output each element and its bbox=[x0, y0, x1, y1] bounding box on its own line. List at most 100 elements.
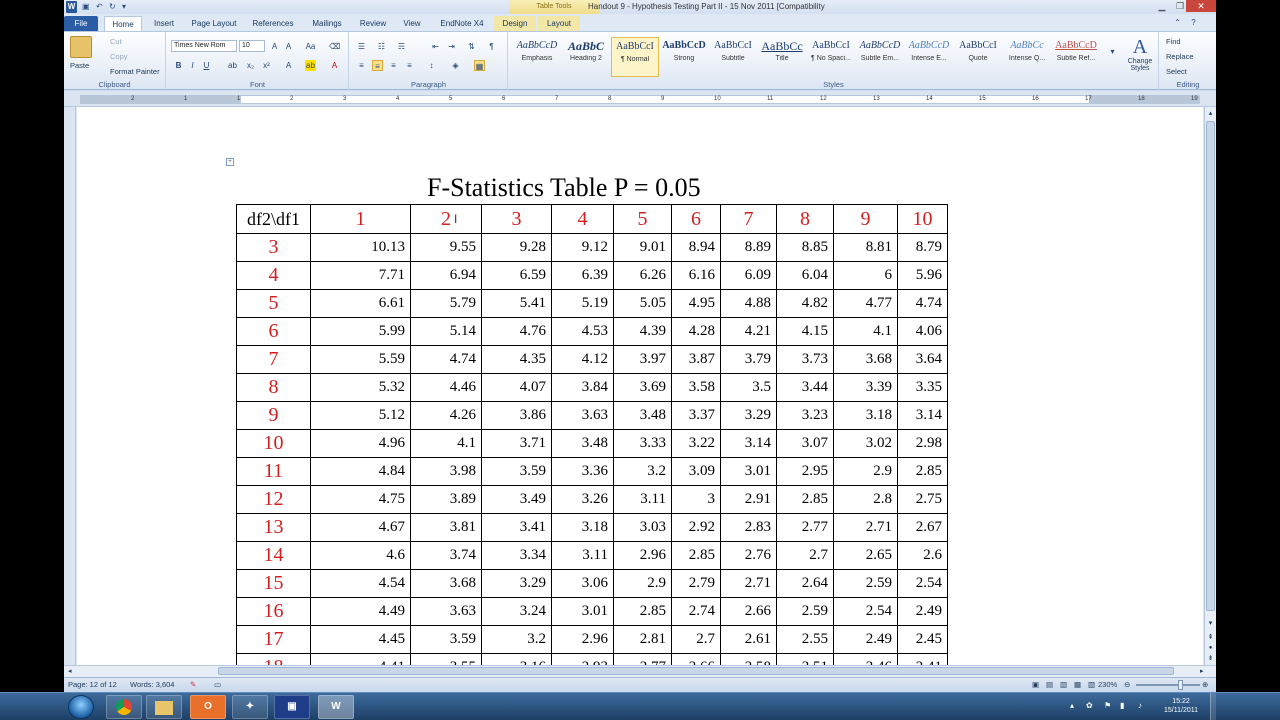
table-cell[interactable]: 2.95 bbox=[776, 457, 834, 486]
table-cell[interactable]: 7.71 bbox=[310, 261, 411, 290]
table-cell[interactable]: 3.89 bbox=[410, 485, 482, 514]
table-cell[interactable]: 4.95 bbox=[671, 289, 721, 318]
table-cell[interactable]: 5.12 bbox=[310, 401, 411, 430]
table-cell[interactable]: 9.12 bbox=[551, 233, 614, 262]
table-cell[interactable]: 2.46 bbox=[833, 653, 898, 665]
table-cell[interactable]: 3.37 bbox=[671, 401, 721, 430]
start-button[interactable] bbox=[68, 695, 94, 719]
table-cell[interactable]: 2.93 bbox=[551, 653, 614, 665]
table-cell[interactable]: 4.6 bbox=[310, 541, 411, 570]
zoom-out-icon[interactable]: ⊖ bbox=[1124, 678, 1130, 692]
table-cell[interactable]: 3.97 bbox=[613, 345, 672, 374]
tab-endnote[interactable]: EndNote X4 bbox=[432, 16, 492, 31]
table-cell[interactable]: 4.49 bbox=[310, 597, 411, 626]
table-cell[interactable]: 3.63 bbox=[551, 401, 614, 430]
hscroll-thumb[interactable] bbox=[218, 667, 1174, 675]
table-cell[interactable]: 2.85 bbox=[613, 597, 672, 626]
clear-formatting-icon[interactable]: ⌫ bbox=[329, 41, 340, 52]
paste-icon[interactable] bbox=[70, 36, 92, 58]
table-cell[interactable]: 3.29 bbox=[481, 569, 552, 598]
table-cell[interactable]: 8.94 bbox=[671, 233, 721, 262]
table-cell[interactable]: 2.59 bbox=[776, 597, 834, 626]
row-header-df2[interactable]: 8 bbox=[236, 373, 311, 402]
table-cell[interactable]: 4.74 bbox=[410, 345, 482, 374]
table-cell[interactable]: 3.69 bbox=[613, 373, 672, 402]
table-cell[interactable]: 2.76 bbox=[720, 541, 777, 570]
align-right-icon[interactable]: ≡ bbox=[388, 60, 399, 71]
table-cell[interactable]: 4.75 bbox=[310, 485, 411, 514]
table-cell[interactable]: 6.61 bbox=[310, 289, 411, 318]
table-cell[interactable]: 3.24 bbox=[481, 597, 552, 626]
column-header-df1[interactable]: 2 bbox=[410, 204, 482, 234]
gallery-scroll-icon[interactable]: ▾ bbox=[1107, 46, 1118, 57]
increase-indent-icon[interactable]: ⇥ bbox=[446, 41, 457, 52]
style-tile[interactable]: AaBbCcD Subtle Ref... bbox=[1052, 37, 1100, 77]
table-cell[interactable]: 3.59 bbox=[481, 457, 552, 486]
scroll-down-icon[interactable]: ▾ bbox=[1206, 619, 1215, 629]
table-cell[interactable]: 2.85 bbox=[671, 541, 721, 570]
table-cell[interactable]: 2.71 bbox=[720, 569, 777, 598]
table-cell[interactable]: 4.41 bbox=[310, 653, 411, 665]
paste-button[interactable]: Paste bbox=[70, 61, 89, 70]
redo-icon[interactable]: ↻ bbox=[109, 2, 116, 12]
style-tile[interactable]: AaBbCcD Strong bbox=[660, 37, 708, 77]
table-cell[interactable]: 4.96 bbox=[310, 429, 411, 458]
table-cell[interactable]: 10.13 bbox=[310, 233, 411, 262]
table-cell[interactable]: 3.18 bbox=[833, 401, 898, 430]
table-cell[interactable]: 2.66 bbox=[720, 597, 777, 626]
clock[interactable]: 15:22 15/11/2011 bbox=[1156, 697, 1206, 715]
table-cell[interactable]: 2.51 bbox=[776, 653, 834, 665]
table-cell[interactable]: 4.21 bbox=[720, 317, 777, 346]
row-header-df2[interactable]: 7 bbox=[236, 345, 311, 374]
table-cell[interactable]: 3.98 bbox=[410, 457, 482, 486]
table-cell[interactable]: 2.61 bbox=[720, 625, 777, 654]
document-page[interactable]: + F-Statistics Table P = 0.05 df2\df1 12… bbox=[77, 107, 1203, 665]
row-header-df2[interactable]: 3 bbox=[236, 233, 311, 262]
style-tile[interactable]: AaBbCcD Intense E... bbox=[905, 37, 953, 77]
table-cell[interactable]: 3.73 bbox=[776, 345, 834, 374]
horizontal-ruler[interactable]: 2 1 1 2 3 4 5 6 7 8 9 10 11 12 13 14 15 16 17 18 19 bbox=[64, 91, 1216, 107]
network-app-icon[interactable]: ✦ bbox=[232, 695, 268, 719]
row-header-df2[interactable]: 4 bbox=[236, 261, 311, 290]
table-cell[interactable]: 3.41 bbox=[481, 513, 552, 542]
table-cell[interactable]: 3.01 bbox=[720, 457, 777, 486]
close-button[interactable]: ✕ bbox=[1186, 0, 1216, 12]
table-cell[interactable]: 4.84 bbox=[310, 457, 411, 486]
copy-button[interactable]: Copy bbox=[110, 52, 128, 61]
table-cell[interactable]: 4.67 bbox=[310, 513, 411, 542]
explorer-icon[interactable] bbox=[146, 695, 182, 719]
table-cell[interactable]: 4.46 bbox=[410, 373, 482, 402]
shrink-font-icon[interactable]: A bbox=[283, 41, 294, 52]
table-cell[interactable]: 3.18 bbox=[551, 513, 614, 542]
table-cell[interactable]: 3.48 bbox=[613, 401, 672, 430]
center-icon[interactable]: ≡ bbox=[372, 60, 383, 71]
select-button[interactable]: Select bbox=[1166, 67, 1187, 76]
tab-home[interactable]: Home bbox=[104, 16, 142, 31]
line-spacing-icon[interactable]: ↕ bbox=[426, 60, 437, 71]
web-layout-icon[interactable]: ▥ bbox=[1060, 678, 1067, 692]
table-cell[interactable]: 2.8 bbox=[833, 485, 898, 514]
table-cell[interactable]: 2.67 bbox=[897, 513, 948, 542]
table-cell[interactable]: 3.39 bbox=[833, 373, 898, 402]
table-cell[interactable]: 4.54 bbox=[310, 569, 411, 598]
table-cell[interactable]: 8.85 bbox=[776, 233, 834, 262]
table-cell[interactable]: 2.83 bbox=[720, 513, 777, 542]
table-cell[interactable]: 2.64 bbox=[776, 569, 834, 598]
table-cell[interactable]: 3.14 bbox=[897, 401, 948, 430]
find-button[interactable]: Find bbox=[1166, 37, 1181, 46]
table-cell[interactable]: 2.7 bbox=[776, 541, 834, 570]
table-cell[interactable]: 3.2 bbox=[481, 625, 552, 654]
table-cell[interactable]: 4.39 bbox=[613, 317, 672, 346]
row-header-df2[interactable]: 12 bbox=[236, 485, 311, 514]
table-cell[interactable]: 2.45 bbox=[897, 625, 948, 654]
grow-font-icon[interactable]: A bbox=[269, 41, 280, 52]
justify-icon[interactable]: ≡ bbox=[404, 60, 415, 71]
change-case-icon[interactable]: Aa bbox=[305, 41, 316, 52]
table-cell[interactable]: 2.85 bbox=[776, 485, 834, 514]
minimize-button[interactable]: ▁ bbox=[1152, 0, 1172, 12]
row-header-df2[interactable]: 14 bbox=[236, 541, 311, 570]
table-cell[interactable]: 3.79 bbox=[720, 345, 777, 374]
table-cell[interactable]: 3.02 bbox=[833, 429, 898, 458]
vertical-ruler[interactable] bbox=[64, 107, 76, 665]
style-tile[interactable]: AaBbCcI ¶ Normal bbox=[611, 37, 659, 77]
